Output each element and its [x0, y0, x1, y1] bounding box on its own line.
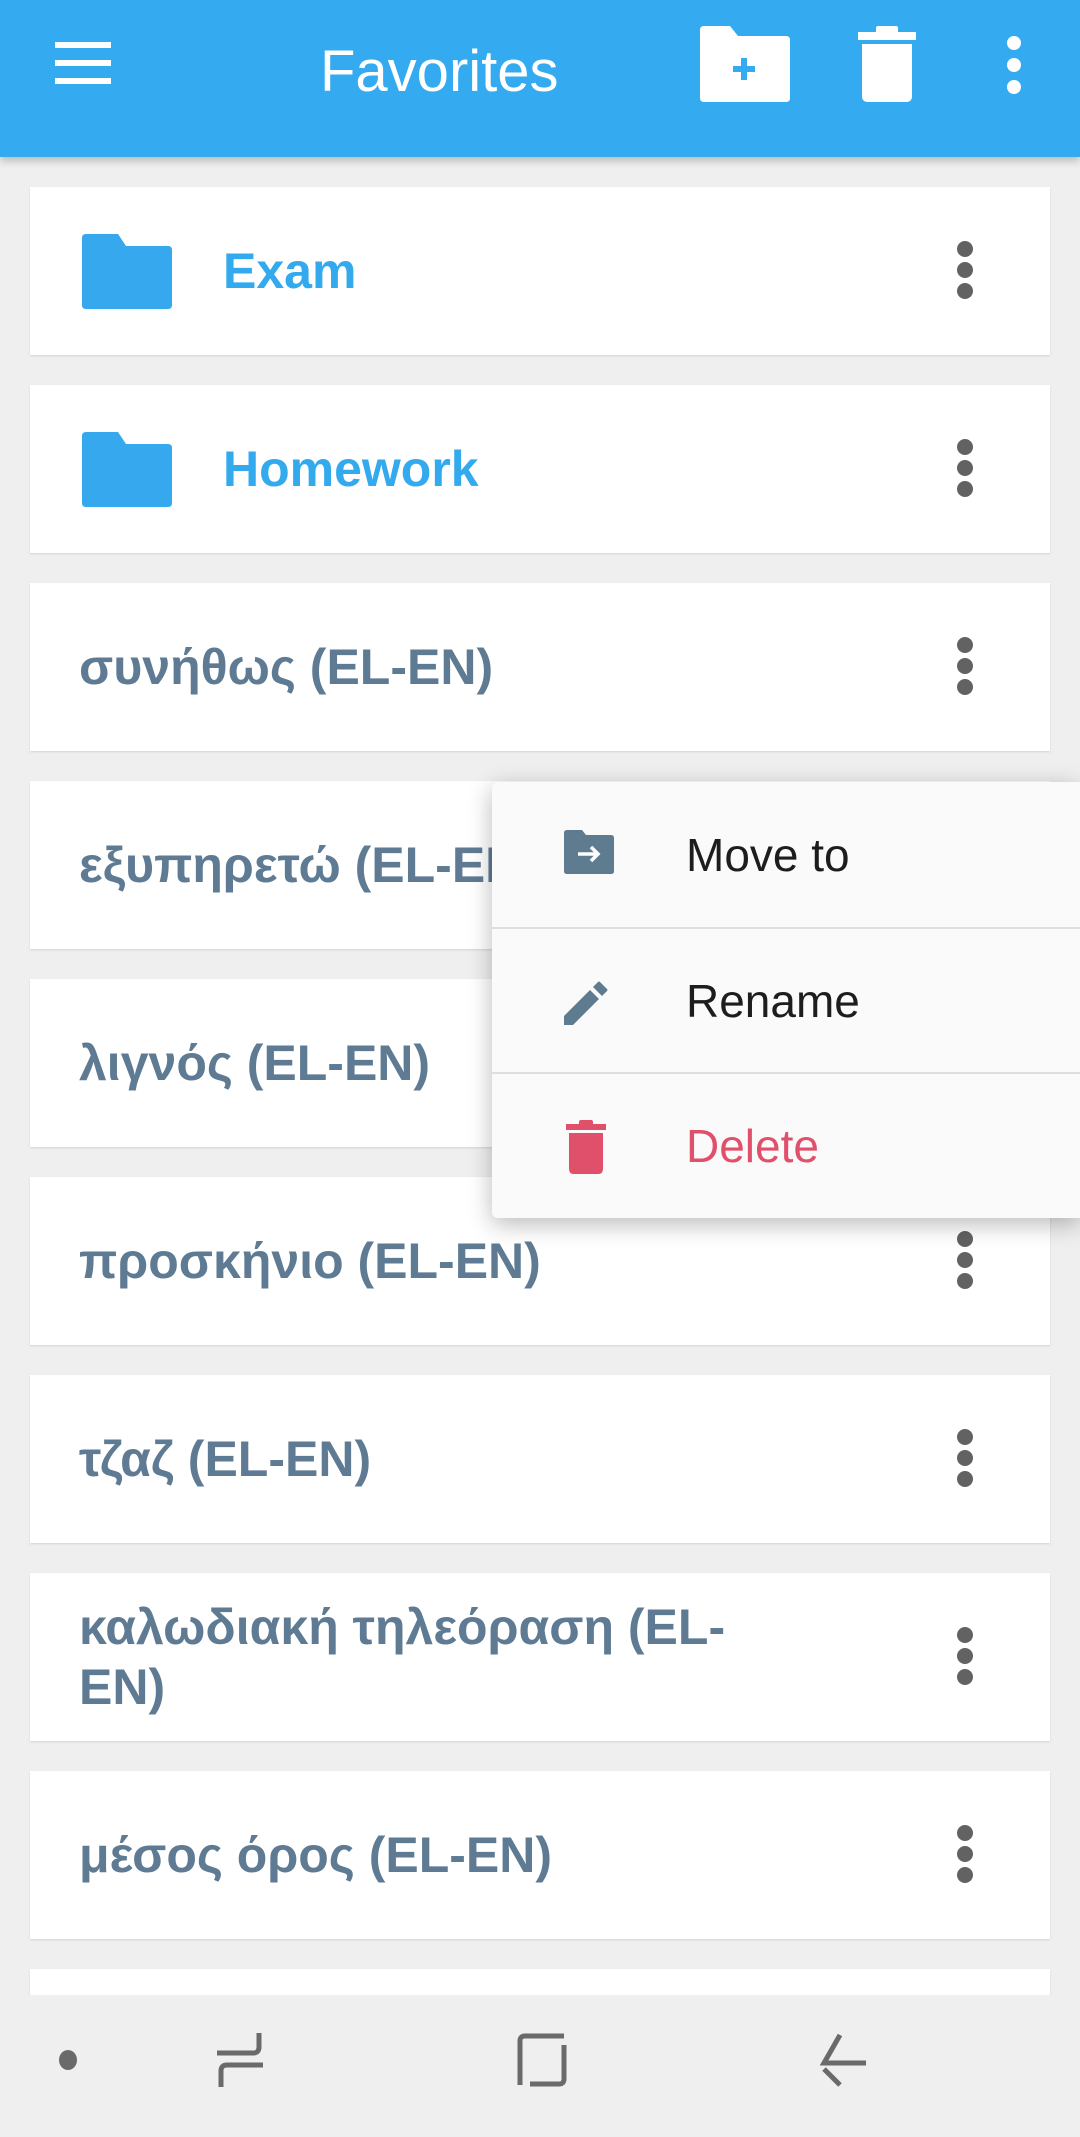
- folder-label: Homework: [223, 441, 479, 497]
- trash-icon: [566, 1120, 606, 1174]
- new-folder-button[interactable]: [700, 26, 790, 102]
- page-title: Favorites: [320, 39, 559, 104]
- menu-item-label: Delete: [686, 1119, 819, 1172]
- folder-label: Exam: [223, 243, 357, 299]
- folder-icon: [82, 432, 172, 507]
- word-label: καλωδιακή τηλεόραση (EL-EN): [79, 1599, 726, 1715]
- menu-item-label: Rename: [686, 974, 860, 1027]
- word-label: τζαζ (EL-EN): [79, 1431, 372, 1487]
- word-item[interactable]: μέσος όρος (EL-EN): [30, 1771, 1050, 1939]
- item-more-icon[interactable]: [955, 637, 975, 697]
- dot-icon[interactable]: [58, 2049, 78, 2071]
- hamburger-menu-icon[interactable]: [55, 40, 113, 84]
- word-label: προσκήνιο (EL-EN): [79, 1233, 541, 1289]
- context-menu: Move to Rename Delete: [492, 782, 1080, 1218]
- recents-icon[interactable]: [215, 2031, 265, 2087]
- delete-button[interactable]: [858, 26, 916, 102]
- menu-item-move-to[interactable]: Move to: [492, 782, 1080, 927]
- word-label: συνήθως (EL-EN): [79, 639, 494, 695]
- home-icon[interactable]: [516, 2033, 568, 2087]
- back-icon[interactable]: [818, 2033, 868, 2087]
- system-navigation-bar: [0, 1995, 1080, 2137]
- item-more-icon[interactable]: [955, 1627, 975, 1687]
- word-item[interactable]: καλωδιακή τηλεόραση (EL-EN): [30, 1573, 1050, 1741]
- menu-item-rename[interactable]: Rename: [492, 927, 1080, 1072]
- menu-item-delete[interactable]: Delete: [492, 1072, 1080, 1217]
- pencil-icon: [564, 981, 608, 1025]
- more-options-button[interactable]: [1000, 36, 1028, 94]
- folder-item-homework[interactable]: Homework: [30, 385, 1050, 553]
- folder-item-exam[interactable]: Exam: [30, 187, 1050, 355]
- menu-item-label: Move to: [686, 828, 850, 881]
- word-item[interactable]: τζαζ (EL-EN): [30, 1375, 1050, 1543]
- item-more-icon[interactable]: [955, 1825, 975, 1885]
- item-more-icon[interactable]: [955, 1429, 975, 1489]
- word-item[interactable]: συνήθως (EL-EN): [30, 583, 1050, 751]
- item-more-icon[interactable]: [955, 1231, 975, 1291]
- item-more-icon[interactable]: [955, 439, 975, 499]
- word-label: μέσος όρος (EL-EN): [79, 1827, 552, 1883]
- item-more-icon[interactable]: [955, 241, 975, 301]
- app-bar: Favorites: [0, 0, 1080, 157]
- folder-icon: [82, 234, 172, 309]
- folder-move-icon: [564, 830, 614, 874]
